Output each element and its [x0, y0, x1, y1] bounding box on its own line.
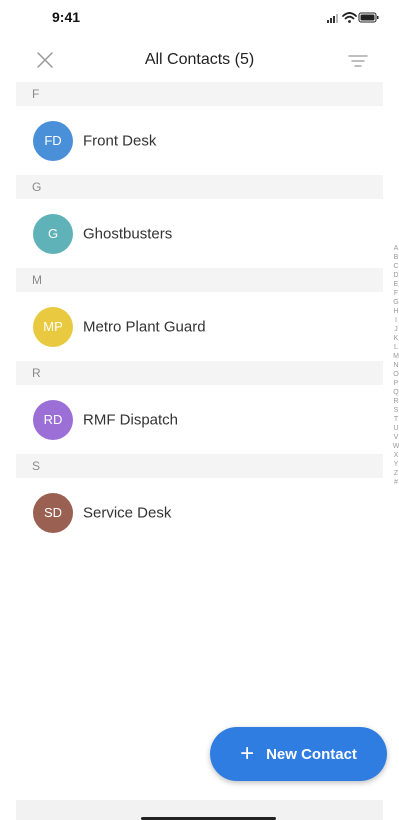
contact-name: Ghostbusters: [83, 225, 173, 242]
filter-icon[interactable]: [347, 52, 369, 70]
alphabet-index-letter[interactable]: B: [394, 253, 399, 262]
plus-icon: +: [240, 740, 255, 767]
cellular-signal-icon: [327, 14, 338, 23]
alphabet-index-letter[interactable]: I: [395, 316, 397, 325]
alphabet-index-letter[interactable]: R: [393, 397, 398, 406]
contact-name: RMF Dispatch: [83, 411, 179, 428]
contact-name: Front Desk: [83, 132, 157, 149]
contact-row-metro-plant-guard[interactable]: MP Metro Plant Guard: [16, 292, 383, 361]
avatar: MP: [33, 306, 73, 347]
status-icons: [327, 12, 379, 23]
alphabet-index-letter[interactable]: Y: [394, 460, 399, 469]
alphabet-index-letter[interactable]: P: [394, 379, 399, 388]
alphabet-index-letter[interactable]: M: [393, 352, 399, 361]
alphabet-index-letter[interactable]: Z: [394, 469, 398, 478]
contact-row-service-desk[interactable]: SD Service Desk: [16, 478, 383, 547]
new-contact-label: New Contact: [266, 745, 357, 763]
alphabet-index-letter[interactable]: H: [393, 307, 398, 316]
alphabet-index-letter[interactable]: G: [393, 298, 398, 307]
avatar: RD: [33, 399, 73, 440]
alphabet-index-letter[interactable]: E: [394, 280, 399, 289]
alphabet-index-letter[interactable]: Q: [393, 388, 398, 397]
alphabet-index-letter[interactable]: F: [394, 289, 398, 298]
alphabet-index-letter[interactable]: K: [394, 334, 399, 343]
section-header-s: S: [16, 454, 383, 478]
alphabet-index-letter[interactable]: C: [393, 262, 398, 271]
alphabet-index-letter[interactable]: A: [394, 244, 399, 253]
page-title: All Contacts (5): [144, 51, 255, 68]
contact-row-rmf-dispatch[interactable]: RD RMF Dispatch: [16, 385, 383, 454]
section-header-g: G: [16, 175, 383, 199]
battery-icon: [358, 12, 379, 23]
alphabet-index-letter[interactable]: O: [393, 370, 398, 379]
alphabet-index-letter[interactable]: N: [393, 361, 398, 370]
section-header-f: F: [16, 82, 383, 106]
status-time: 9:41: [52, 9, 81, 25]
avatar: SD: [33, 492, 73, 533]
alphabet-index-letter[interactable]: S: [394, 406, 399, 415]
alphabet-index-letter[interactable]: U: [393, 424, 398, 433]
section-header-r: R: [16, 361, 383, 385]
alphabet-index-letter[interactable]: T: [394, 415, 398, 424]
alphabet-index-letter[interactable]: W: [393, 442, 399, 451]
contact-name: Service Desk: [83, 504, 172, 521]
contact-name: Metro Plant Guard: [83, 318, 206, 335]
header-bar: All Contacts (5): [16, 40, 383, 80]
alphabet-index-letter[interactable]: L: [394, 343, 398, 352]
wifi-icon: [342, 12, 357, 23]
contact-list: F FD Front Desk G G Ghostbusters M MP Me…: [16, 82, 383, 547]
alphabet-index-letter[interactable]: J: [394, 325, 398, 334]
status-bar: 9:41: [0, 0, 399, 40]
contact-row-ghostbusters[interactable]: G Ghostbusters: [16, 199, 383, 268]
alphabet-index-letter[interactable]: D: [393, 271, 398, 280]
avatar: FD: [33, 120, 73, 161]
alphabet-index-letter[interactable]: V: [394, 433, 399, 442]
alphabet-index-letter[interactable]: X: [394, 451, 399, 460]
alphabet-index[interactable]: A B C D E F G H I J K L M N O P Q R S T U V W X Y Z #: [392, 244, 399, 487]
contact-row-front-desk[interactable]: FD Front Desk: [16, 106, 383, 175]
new-contact-button[interactable]: + New Contact: [210, 727, 387, 781]
section-header-m: M: [16, 268, 383, 292]
avatar: G: [33, 213, 73, 254]
alphabet-index-letter[interactable]: #: [394, 478, 398, 487]
